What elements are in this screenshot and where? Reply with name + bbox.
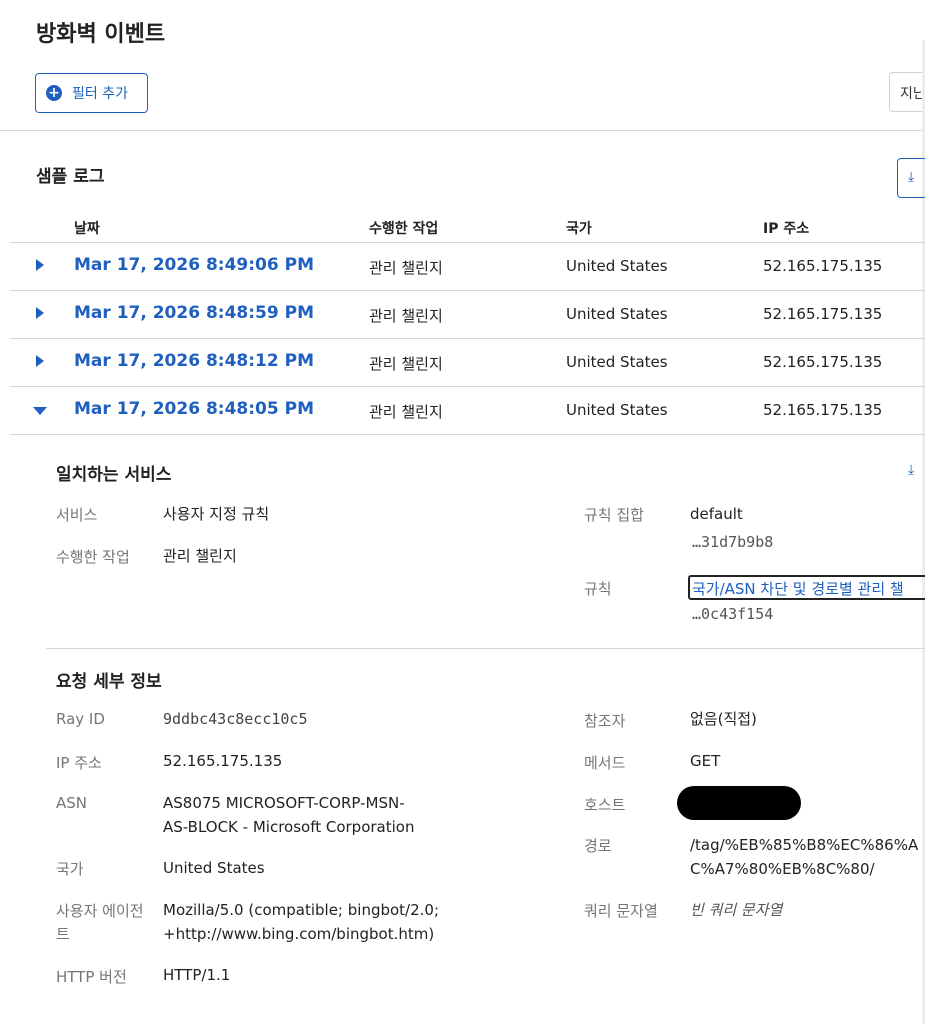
download-icon[interactable]: ⤓ [908, 462, 914, 478]
referer-label: 참조자 [584, 712, 626, 730]
http-version-value: HTTP/1.1 [163, 966, 231, 984]
action-label: 수행한 작업 [56, 548, 130, 566]
row-ip: 52.165.175.135 [763, 305, 883, 323]
row-action: 관리 챌린지 [369, 403, 443, 421]
add-filter-button[interactable]: + 필터 추가 [35, 73, 148, 113]
user-agent-value-line2: +http://www.bing.com/bingbot.htm) [163, 925, 435, 943]
table-row[interactable]: Mar 17, 2026 8:48:12 PM 관리 챌린지 United St… [10, 339, 925, 387]
table-row-expanded[interactable]: Mar 17, 2026 8:48:05 PM 관리 챌린지 United St… [10, 387, 925, 435]
ip-label: IP 주소 [56, 754, 102, 772]
divider [0, 130, 925, 131]
http-version-label: HTTP 버전 [56, 968, 127, 986]
service-label: 서비스 [56, 506, 98, 524]
ip-value: 52.165.175.135 [163, 752, 283, 770]
column-header-country[interactable]: 국가 [566, 218, 592, 238]
time-range-select[interactable]: 지난 [889, 72, 925, 112]
expand-caret-icon[interactable] [36, 307, 44, 319]
ray-id-label: Ray ID [56, 710, 105, 728]
matched-service-title: 일치하는 서비스 [56, 465, 172, 485]
row-action: 관리 챌린지 [369, 259, 443, 277]
row-date-link[interactable]: Mar 17, 2026 8:48:05 PM [74, 399, 314, 419]
user-agent-value-line1: Mozilla/5.0 (compatible; bingbot/2.0; [163, 901, 440, 919]
table-row[interactable]: Mar 17, 2026 8:49:06 PM 관리 챌린지 United St… [10, 243, 925, 291]
ray-id-value: 9ddbc43c8ecc10c5 [163, 710, 308, 728]
collapse-caret-icon[interactable] [33, 407, 47, 415]
asn-label: ASN [56, 794, 88, 812]
row-action: 관리 챌린지 [369, 307, 443, 325]
service-value: 사용자 지정 규칙 [163, 505, 270, 523]
row-ip: 52.165.175.135 [763, 353, 883, 371]
rule-label: 규칙 [584, 580, 612, 598]
row-action: 관리 챌린지 [369, 355, 443, 373]
method-label: 메서드 [584, 754, 626, 772]
host-label: 호스트 [584, 796, 626, 814]
row-date-link[interactable]: Mar 17, 2026 8:48:59 PM [74, 303, 314, 323]
add-filter-label: 필터 추가 [72, 86, 128, 102]
ruleset-hash: …31d7b9b8 [692, 533, 774, 551]
divider [46, 648, 925, 649]
rule-hash: …0c43f154 [692, 605, 774, 623]
request-details-title: 요청 세부 정보 [56, 672, 162, 692]
row-country: United States [566, 401, 668, 419]
path-value-line2: C%A7%80%EB%8C%80/ [690, 860, 875, 878]
asn-value-line1: AS8075 MICROSOFT-CORP-MSN- [163, 794, 405, 812]
row-country: United States [566, 305, 668, 323]
column-header-date[interactable]: 날짜 [74, 218, 100, 238]
query-string-value: 빈 쿼리 문자열 [690, 901, 783, 919]
user-agent-label: 사용자 에이전 [56, 902, 144, 920]
referer-value: 없음(직접) [690, 710, 757, 728]
table-row[interactable]: Mar 17, 2026 8:48:59 PM 관리 챌린지 United St… [10, 291, 925, 339]
table-header: 날짜 수행한 작업 국가 IP 주소 [10, 213, 925, 243]
row-country: United States [566, 353, 668, 371]
page-title: 방화벽 이벤트 [36, 22, 166, 47]
download-button[interactable]: ⤓ [897, 158, 925, 198]
row-country: United States [566, 257, 668, 275]
country-label: 국가 [56, 860, 84, 878]
plus-circle-icon: + [46, 85, 62, 101]
row-date-link[interactable]: Mar 17, 2026 8:49:06 PM [74, 255, 314, 275]
expand-caret-icon[interactable] [36, 355, 44, 367]
download-icon: ⤓ [908, 169, 915, 185]
user-agent-label-wrap: 트 [56, 925, 70, 943]
action-value: 관리 챌린지 [163, 547, 237, 565]
query-string-label: 쿼리 문자열 [584, 902, 658, 920]
row-date-link[interactable]: Mar 17, 2026 8:48:12 PM [74, 351, 314, 371]
country-value: United States [163, 859, 265, 877]
path-label: 경로 [584, 837, 612, 855]
sample-log-title: 샘플 로그 [36, 167, 105, 187]
rule-link[interactable]: 국가/ASN 차단 및 경로별 관리 챌 [688, 575, 925, 600]
row-ip: 52.165.175.135 [763, 401, 883, 419]
row-ip: 52.165.175.135 [763, 257, 883, 275]
expand-caret-icon[interactable] [36, 259, 44, 271]
path-value-line1: /tag/%EB%85%B8%EC%86%A [690, 836, 919, 854]
column-header-action[interactable]: 수행한 작업 [369, 218, 438, 238]
ruleset-label: 규칙 집합 [584, 506, 644, 524]
host-value-redacted [677, 786, 801, 820]
method-value: GET [690, 752, 721, 770]
ruleset-value: default [690, 505, 743, 523]
asn-value-line2: AS-BLOCK - Microsoft Corporation [163, 818, 415, 836]
column-header-ip[interactable]: IP 주소 [763, 218, 809, 238]
